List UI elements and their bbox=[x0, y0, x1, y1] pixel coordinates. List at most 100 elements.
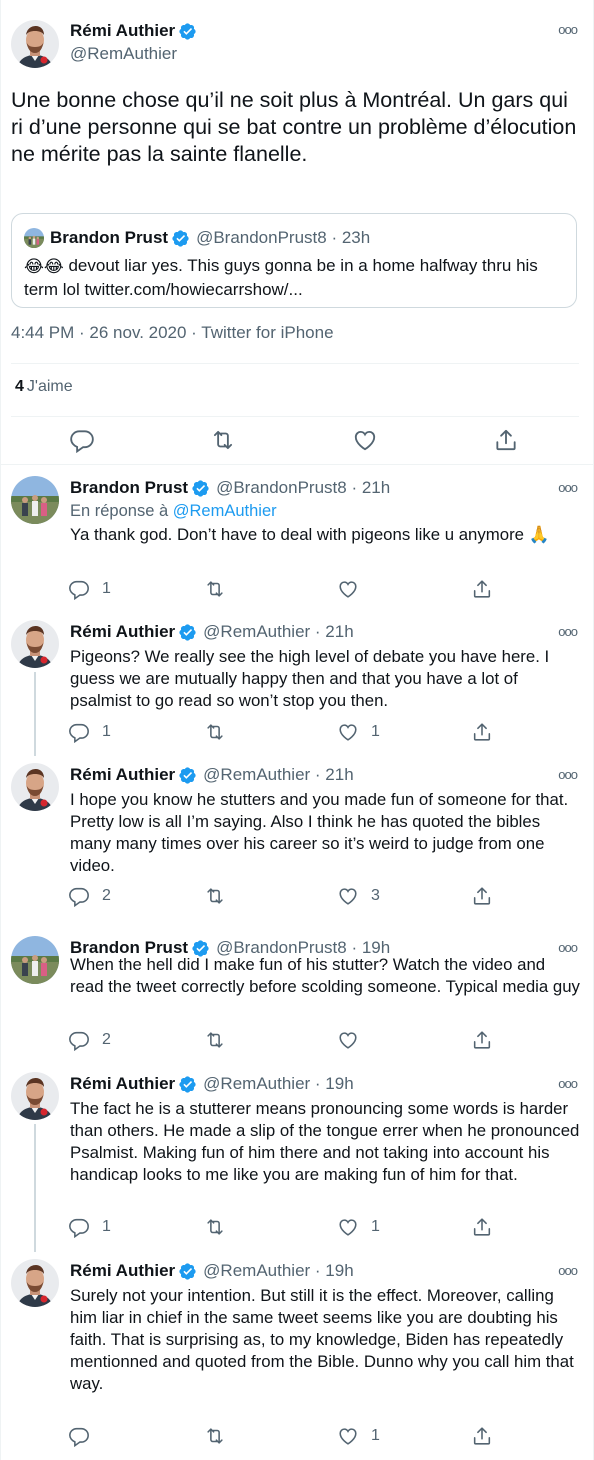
share-button[interactable] bbox=[471, 1216, 493, 1238]
quoted-author-name: Brandon Prust bbox=[50, 228, 169, 247]
divider bbox=[11, 416, 579, 417]
avatar[interactable] bbox=[11, 620, 59, 668]
tweet-text: Une bonne chose qu’il ne soit plus à Mon… bbox=[11, 88, 577, 166]
avatar[interactable] bbox=[11, 763, 59, 811]
divider bbox=[11, 363, 579, 364]
laughing-emoji-icon: 😂😂 bbox=[24, 257, 64, 277]
reply-tweet[interactable]: Rémi Authier @RemAuthier · 19h ooo Surel… bbox=[1, 1249, 593, 1460]
verified-badge-icon bbox=[178, 1262, 197, 1281]
retweet-button[interactable] bbox=[204, 721, 238, 743]
more-options-icon[interactable]: ooo bbox=[558, 480, 578, 495]
more-options-icon[interactable]: ooo bbox=[558, 767, 578, 782]
verified-badge-icon bbox=[178, 1075, 197, 1094]
author-name[interactable]: Rémi Authier bbox=[70, 622, 175, 642]
reply-icon bbox=[68, 885, 90, 907]
avatar[interactable] bbox=[11, 20, 59, 68]
author-handle[interactable]: @RemAuthier · 19h bbox=[203, 1074, 354, 1094]
main-tweet: Rémi Authier @RemAuthier ooo Une bonne c… bbox=[1, 0, 593, 465]
avatar[interactable] bbox=[11, 1259, 59, 1307]
like-count: 1 bbox=[371, 1427, 380, 1444]
reply-button[interactable]: 1 bbox=[68, 578, 111, 600]
more-options-icon[interactable]: ooo bbox=[558, 624, 578, 639]
quoted-tweet[interactable]: Brandon Prust @BrandonPrust8 · 23h 😂😂 de… bbox=[11, 213, 577, 308]
heart-icon bbox=[337, 1029, 359, 1051]
more-options-icon[interactable]: ooo bbox=[558, 1076, 578, 1091]
likes-count: 4 bbox=[15, 378, 24, 395]
like-button[interactable]: 3 bbox=[337, 885, 380, 907]
verified-badge-icon bbox=[191, 479, 210, 498]
share-icon bbox=[471, 721, 493, 743]
share-button[interactable] bbox=[471, 1425, 493, 1447]
reply-count: 1 bbox=[102, 580, 111, 597]
author-handle[interactable]: @BrandonPrust8 · 21h bbox=[216, 478, 390, 498]
retweet-button[interactable] bbox=[204, 1425, 238, 1447]
reply-tweet[interactable]: Brandon Prust @BrandonPrust8 · 21h ooo E… bbox=[1, 466, 593, 609]
retweet-button[interactable] bbox=[204, 1216, 238, 1238]
like-button[interactable] bbox=[352, 427, 378, 453]
like-button[interactable]: 1 bbox=[337, 721, 380, 743]
reply-tweet[interactable]: Rémi Authier @RemAuthier · 21h ooo I hop… bbox=[1, 753, 593, 925]
heart-icon bbox=[337, 1425, 359, 1447]
tweet-timestamp[interactable]: 4:44 PM · 26 nov. 2020 · Twitter for iPh… bbox=[11, 323, 334, 343]
reply-tweet[interactable]: Rémi Authier @RemAuthier · 21h ooo Pigeo… bbox=[1, 610, 593, 756]
author-handle[interactable]: @RemAuthier · 19h bbox=[203, 1261, 354, 1281]
author-name[interactable]: Rémi Authier bbox=[70, 765, 175, 785]
reply-tweet[interactable]: Brandon Prust @BrandonPrust8 · 19h ooo W… bbox=[1, 926, 593, 1061]
share-icon bbox=[471, 885, 493, 907]
like-button[interactable] bbox=[337, 1029, 371, 1051]
author-handle[interactable]: @RemAuthier · 21h bbox=[203, 765, 354, 785]
reply-icon bbox=[68, 578, 90, 600]
reply-button[interactable]: 1 bbox=[68, 721, 111, 743]
author-name[interactable]: Rémi Authier bbox=[70, 21, 175, 41]
retweet-icon bbox=[204, 1029, 226, 1051]
share-icon bbox=[471, 1216, 493, 1238]
likes-label: J'aime bbox=[26, 378, 73, 395]
reply-text: The fact he is a stutterer means pronoun… bbox=[70, 1099, 580, 1184]
like-button[interactable]: 1 bbox=[337, 1425, 380, 1447]
share-button[interactable] bbox=[471, 578, 493, 600]
more-options-icon[interactable]: ooo bbox=[558, 1263, 578, 1278]
retweet-button[interactable] bbox=[204, 578, 238, 600]
share-button[interactable] bbox=[471, 721, 493, 743]
share-icon bbox=[471, 1425, 493, 1447]
retweet-button[interactable] bbox=[204, 1029, 238, 1051]
reply-button[interactable] bbox=[69, 427, 95, 453]
reply-text: Pigeons? We really see the high level of… bbox=[70, 647, 550, 710]
reply-text: Surely not your intention. But still it … bbox=[70, 1286, 574, 1393]
author-name[interactable]: Rémi Authier bbox=[70, 1074, 175, 1094]
more-options-icon[interactable]: ooo bbox=[558, 940, 578, 955]
avatar bbox=[24, 228, 44, 248]
like-button[interactable] bbox=[337, 578, 371, 600]
author-handle[interactable]: @RemAuthier · 21h bbox=[203, 622, 354, 642]
reply-button[interactable]: 2 bbox=[68, 885, 111, 907]
share-button[interactable] bbox=[471, 885, 493, 907]
share-button[interactable] bbox=[493, 427, 519, 453]
thread-line bbox=[34, 1124, 36, 1252]
reply-button[interactable]: 1 bbox=[68, 1216, 111, 1238]
heart-icon bbox=[337, 1216, 359, 1238]
heart-icon bbox=[352, 427, 378, 453]
author-handle[interactable]: @RemAuthier bbox=[70, 44, 177, 64]
replying-to-handle-link[interactable]: @RemAuthier bbox=[173, 502, 277, 520]
retweet-icon bbox=[204, 885, 226, 907]
quoted-author-handle: @BrandonPrust8 · 23h bbox=[196, 228, 371, 247]
avatar[interactable] bbox=[11, 936, 59, 984]
like-count: 1 bbox=[371, 723, 380, 740]
retweet-icon bbox=[204, 578, 226, 600]
tweet-thread-page: Rémi Authier @RemAuthier ooo Une bonne c… bbox=[0, 0, 594, 1460]
more-options-icon[interactable]: ooo bbox=[558, 22, 578, 37]
retweet-button[interactable] bbox=[210, 427, 236, 453]
retweet-icon bbox=[204, 1425, 226, 1447]
share-button[interactable] bbox=[471, 1029, 493, 1051]
reply-tweet[interactable]: Rémi Authier @RemAuthier · 19h ooo The f… bbox=[1, 1062, 593, 1252]
likes-summary[interactable]: 4 J'aime bbox=[15, 378, 73, 396]
avatar[interactable] bbox=[11, 1072, 59, 1120]
reply-button[interactable] bbox=[68, 1425, 102, 1447]
avatar[interactable] bbox=[11, 476, 59, 524]
like-button[interactable]: 1 bbox=[337, 1216, 380, 1238]
retweet-button[interactable] bbox=[204, 885, 238, 907]
reply-text: When the hell did I make fun of his stut… bbox=[70, 955, 580, 996]
author-name[interactable]: Rémi Authier bbox=[70, 1261, 175, 1281]
author-name[interactable]: Brandon Prust bbox=[70, 478, 188, 498]
reply-button[interactable]: 2 bbox=[68, 1029, 111, 1051]
